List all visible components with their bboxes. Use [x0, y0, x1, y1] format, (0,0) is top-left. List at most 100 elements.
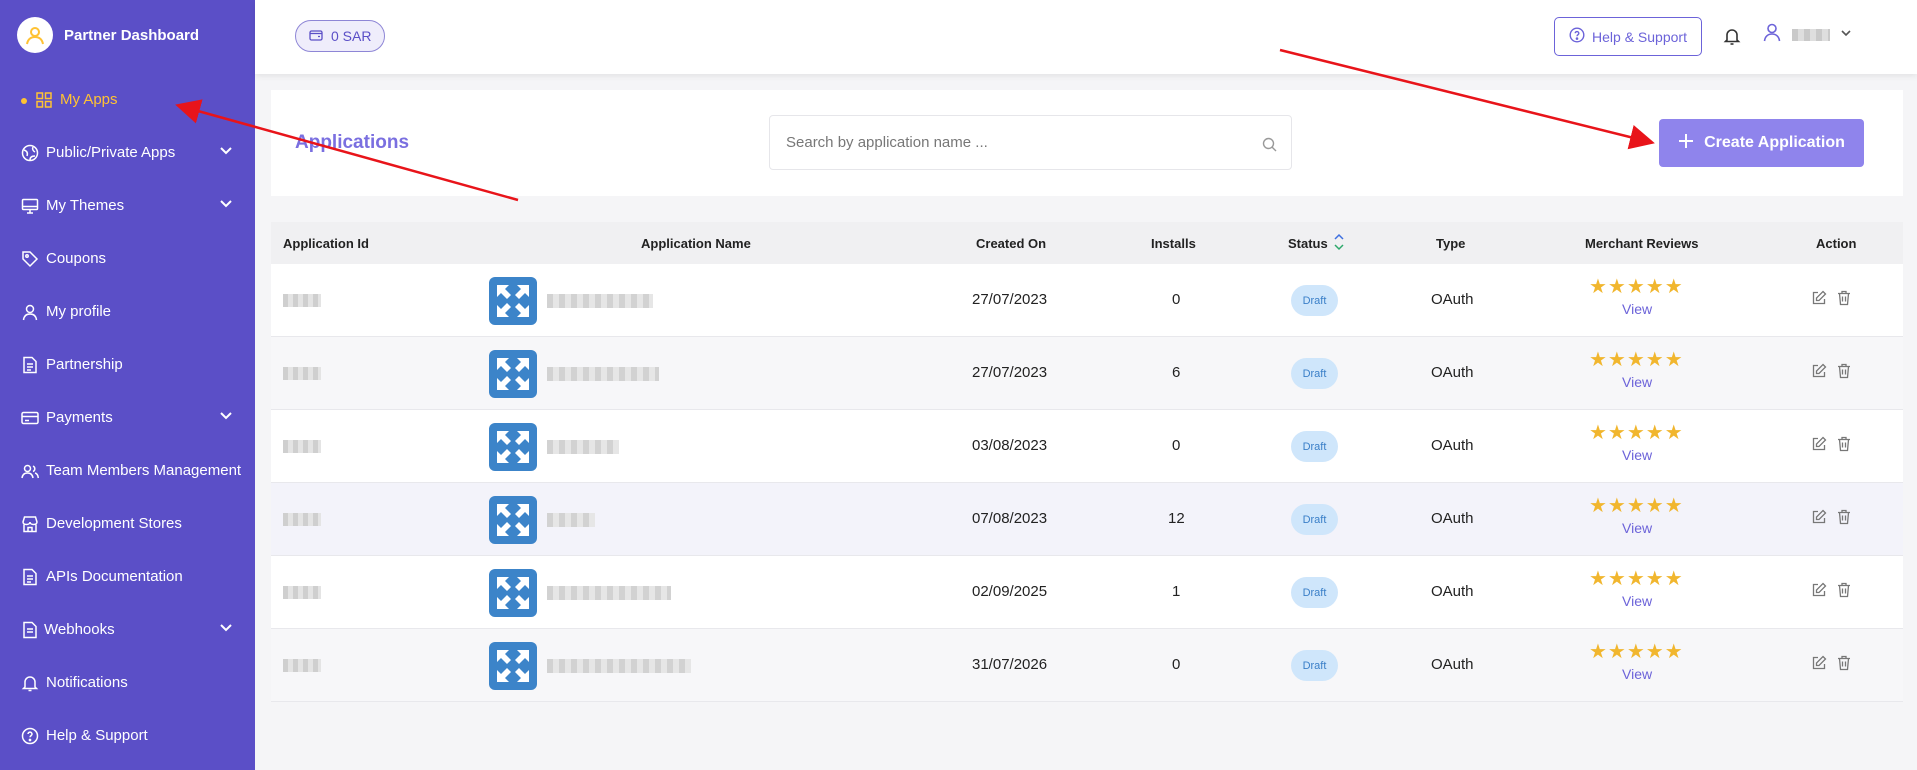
view-reviews-link[interactable]: View: [1622, 666, 1652, 682]
view-reviews-link[interactable]: View: [1622, 593, 1652, 609]
view-reviews-link[interactable]: View: [1622, 520, 1652, 536]
application-name-redacted[interactable]: [547, 513, 595, 527]
brand[interactable]: Partner Dashboard: [0, 0, 255, 70]
view-reviews-link[interactable]: View: [1622, 447, 1652, 463]
app-expand-icon: [489, 569, 537, 617]
help-support-label: Help & Support: [1592, 28, 1687, 45]
rating-stars: ★★★★★: [1589, 641, 1684, 663]
sidebar-item-apis-documentation[interactable]: APIs Documentation: [0, 550, 255, 603]
user-icon: [20, 302, 40, 322]
table-row[interactable]: 02/09/2025 1 Draft OAuth ★★★★★ View: [271, 556, 1903, 629]
help-icon: [1569, 27, 1585, 46]
rating-stars: ★★★★★: [1589, 349, 1684, 371]
type: OAuth: [1431, 510, 1474, 527]
delete-icon[interactable]: [1837, 582, 1851, 602]
delete-icon[interactable]: [1837, 363, 1851, 383]
wallet-balance: 0 SAR: [331, 28, 372, 44]
sort-icon[interactable]: [1334, 233, 1344, 254]
delete-icon[interactable]: [1837, 436, 1851, 456]
chevron-down-icon: [219, 409, 233, 427]
application-id-redacted: [283, 440, 321, 453]
user-menu[interactable]: [1762, 22, 1852, 47]
edit-icon[interactable]: [1811, 290, 1827, 310]
sidebar-item-label: Team Members Management: [46, 462, 242, 479]
wallet-balance-button[interactable]: 0 SAR: [295, 20, 386, 52]
delete-icon[interactable]: [1837, 509, 1851, 529]
application-id-redacted: [283, 513, 321, 526]
help-support-button[interactable]: Help & Support: [1554, 17, 1702, 56]
sidebar-item-partnership[interactable]: Partnership: [0, 338, 255, 391]
column-header-application-name: Application Name: [641, 236, 751, 251]
table-row[interactable]: 27/07/2023 0 Draft OAuth ★★★★★ View: [271, 264, 1903, 337]
wallet-icon: [309, 28, 323, 44]
grid-icon: [34, 90, 54, 110]
sidebar-item-public-private-apps[interactable]: Public/Private Apps: [0, 126, 255, 179]
applications-table: Application Id Application Name Created …: [271, 222, 1903, 702]
chevron-down-icon: [219, 621, 233, 639]
created-on: 31/07/2026: [972, 656, 1048, 673]
delete-icon[interactable]: [1837, 655, 1851, 675]
applications-header-card: Applications Create Application: [271, 90, 1903, 196]
search-icon[interactable]: [1262, 137, 1277, 157]
notifications-bell-icon[interactable]: [1723, 26, 1741, 51]
brand-title: Partner Dashboard: [64, 26, 200, 44]
edit-icon[interactable]: [1811, 509, 1827, 529]
table-row[interactable]: 07/08/2023 12 Draft OAuth ★★★★★ View: [271, 483, 1903, 556]
monitor-icon: [20, 196, 40, 216]
created-on: 03/08/2023: [972, 437, 1048, 454]
installs: 0: [1172, 291, 1181, 308]
brand-logo: [17, 17, 53, 53]
application-name-redacted[interactable]: [547, 586, 671, 600]
user-avatar-icon: [1762, 22, 1782, 47]
sidebar-item-notifications[interactable]: Notifications: [0, 656, 255, 709]
sidebar-item-my-apps[interactable]: My Apps: [0, 73, 255, 126]
status-badge: Draft: [1291, 650, 1338, 681]
view-reviews-link[interactable]: View: [1622, 301, 1652, 317]
type: OAuth: [1431, 583, 1474, 600]
plus-icon: [1678, 133, 1694, 154]
sidebar-item-my-profile[interactable]: My profile: [0, 285, 255, 338]
table-row[interactable]: 27/07/2023 6 Draft OAuth ★★★★★ View: [271, 337, 1903, 410]
store-icon: [20, 514, 40, 534]
bell-icon: [20, 673, 40, 693]
installs: 1: [1172, 583, 1181, 600]
view-reviews-link[interactable]: View: [1622, 374, 1652, 390]
edit-icon[interactable]: [1811, 655, 1827, 675]
type: OAuth: [1431, 364, 1474, 381]
rating-stars: ★★★★★: [1589, 568, 1684, 590]
application-name-redacted[interactable]: [547, 294, 653, 308]
app-expand-icon: [489, 496, 537, 544]
sidebar-item-development-stores[interactable]: Development Stores: [0, 497, 255, 550]
table-row[interactable]: 03/08/2023 0 Draft OAuth ★★★★★ View: [271, 410, 1903, 483]
chevron-down-icon: [219, 144, 233, 162]
create-application-button[interactable]: Create Application: [1659, 119, 1864, 167]
sidebar-item-help-support[interactable]: Help & Support: [0, 709, 255, 762]
sidebar-item-team-members[interactable]: Team Members Management: [0, 444, 255, 497]
document-icon: [20, 567, 40, 587]
column-header-installs: Installs: [1151, 236, 1196, 251]
sidebar-item-label: My Apps: [60, 91, 118, 108]
edit-icon[interactable]: [1811, 436, 1827, 456]
edit-icon[interactable]: [1811, 363, 1827, 383]
delete-icon[interactable]: [1837, 290, 1851, 310]
application-id-redacted: [283, 586, 321, 599]
application-name-redacted[interactable]: [547, 659, 691, 673]
edit-icon[interactable]: [1811, 582, 1827, 602]
chevron-down-icon: [219, 197, 233, 215]
sidebar-item-payments[interactable]: Payments: [0, 391, 255, 444]
sidebar-item-coupons[interactable]: Coupons: [0, 232, 255, 285]
application-id-redacted: [283, 659, 321, 672]
sidebar-item-label: Help & Support: [46, 727, 148, 744]
app-expand-icon: [489, 423, 537, 471]
type: OAuth: [1431, 656, 1474, 673]
application-id-redacted: [283, 294, 321, 307]
application-name-redacted[interactable]: [547, 440, 619, 454]
application-name-redacted[interactable]: [547, 367, 659, 381]
table-row[interactable]: 31/07/2026 0 Draft OAuth ★★★★★ View: [271, 629, 1903, 702]
created-on: 07/08/2023: [972, 510, 1048, 527]
sidebar-item-webhooks[interactable]: Webhooks: [0, 603, 255, 656]
column-header-type: Type: [1436, 236, 1466, 251]
search-input[interactable]: [770, 116, 1220, 169]
column-header-status[interactable]: Status: [1288, 233, 1344, 251]
sidebar-item-my-themes[interactable]: My Themes: [0, 179, 255, 232]
